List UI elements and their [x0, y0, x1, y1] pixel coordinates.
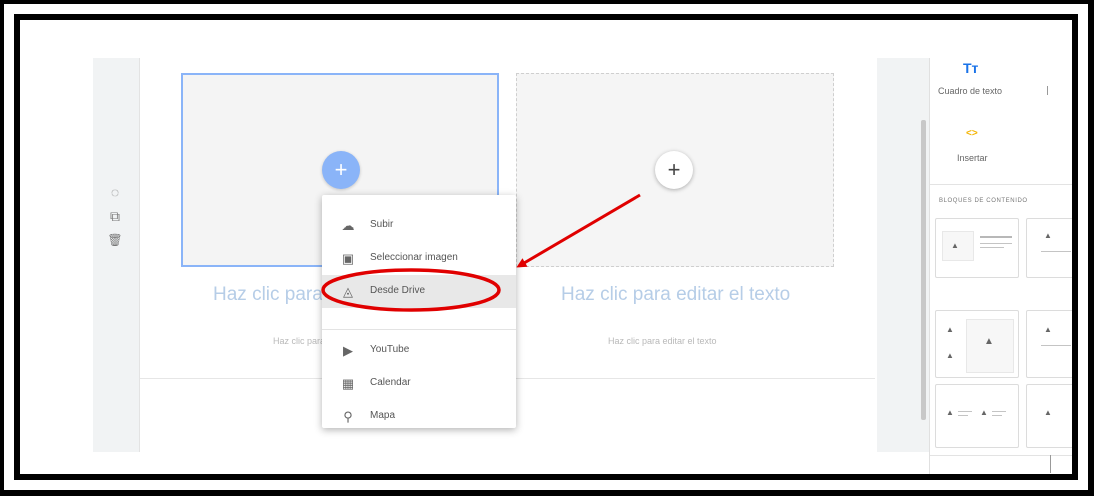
editor-canvas: ◌ ⧉ 🗑 + + Haz clic para editar el texto …: [20, 20, 1072, 474]
menu-item-label: Desde Drive: [370, 285, 426, 296]
layout-block[interactable]: ▲ ▲ ▲: [935, 310, 1019, 378]
image-icon: ▣: [341, 251, 355, 266]
layout-block[interactable]: ▲ ▲: [935, 384, 1019, 448]
add-media-button[interactable]: +: [655, 151, 693, 189]
menu-item-upload[interactable]: ☁ Subir: [322, 209, 516, 242]
placeholder-body[interactable]: Haz clic para editar el texto: [608, 336, 717, 346]
block-line: [1041, 345, 1071, 346]
map-pin-icon: ⚲: [343, 409, 353, 424]
block-line: [992, 411, 1006, 412]
image-icon: ▲: [980, 408, 988, 417]
image-icon: ▲: [984, 336, 994, 347]
image-icon: ▲: [946, 325, 954, 334]
menu-item-label: Subir: [370, 219, 394, 230]
embed-icon[interactable]: <>: [966, 128, 978, 139]
panel-divider: [930, 184, 1072, 185]
palette-icon[interactable]: ◌: [107, 184, 123, 200]
menu-item-label: Seleccionar imagen: [370, 252, 458, 263]
image-icon: ▲: [1044, 231, 1052, 240]
image-icon: ▲: [946, 351, 954, 360]
insert-panel: Tт Cuadro de texto <> Insertar BLOQUES D…: [929, 58, 1072, 474]
embed-label[interactable]: Insertar: [957, 153, 988, 163]
placeholder-heading[interactable]: Haz clic para editar el texto: [561, 284, 790, 306]
panel-cut-divider: [1047, 86, 1048, 95]
menu-separator: [322, 329, 516, 330]
block-line: [992, 415, 1002, 416]
block-line: [980, 247, 1004, 248]
block-line: [958, 411, 972, 412]
panel-divider: [1050, 455, 1051, 473]
menu-item-map[interactable]: ⚲ Mapa: [322, 400, 516, 428]
image-icon: ▲: [1044, 325, 1052, 334]
delete-icon[interactable]: 🗑: [107, 232, 123, 248]
scrollbar[interactable]: [921, 120, 926, 420]
calendar-icon: ▦: [341, 376, 355, 391]
insert-media-menu: ☁ Subir ▣ Seleccionar imagen ◬ Desde Dri…: [322, 195, 516, 428]
image-icon: ▲: [951, 241, 959, 250]
section-toolbar: ◌ ⧉ 🗑: [93, 58, 140, 452]
menu-item-label: YouTube: [370, 344, 410, 355]
content-blocks-heading: BLOQUES DE CONTENIDO: [939, 198, 1028, 204]
drive-icon: ◬: [343, 284, 353, 299]
menu-item-calendar[interactable]: ▦ Calendar: [322, 367, 516, 400]
block-line: [980, 243, 1012, 244]
menu-item-from-drive[interactable]: ◬ Desde Drive: [322, 275, 516, 308]
image-icon: ▲: [946, 408, 954, 417]
youtube-icon: ▶: [343, 343, 353, 358]
menu-item-label: Mapa: [370, 410, 396, 421]
duplicate-icon[interactable]: ⧉: [107, 208, 123, 224]
menu-item-youtube[interactable]: ▶ YouTube: [322, 334, 516, 367]
block-line: [1041, 251, 1071, 252]
text-box-icon[interactable]: Tт: [963, 60, 978, 76]
cloud-upload-icon: ☁: [341, 218, 355, 233]
layout-block[interactable]: ▲: [1026, 218, 1072, 278]
image-icon: ▲: [1044, 408, 1052, 417]
add-media-button-active[interactable]: +: [322, 151, 360, 189]
layout-block[interactable]: ▲: [1026, 310, 1072, 378]
layout-block[interactable]: ▲: [935, 218, 1019, 278]
text-box-label[interactable]: Cuadro de texto: [938, 86, 1002, 96]
menu-item-label: Calendar: [370, 377, 411, 388]
block-line: [958, 415, 968, 416]
block-line: [980, 236, 1012, 238]
layout-block[interactable]: ▲: [1026, 384, 1072, 448]
menu-item-select-image[interactable]: ▣ Seleccionar imagen: [322, 242, 516, 275]
